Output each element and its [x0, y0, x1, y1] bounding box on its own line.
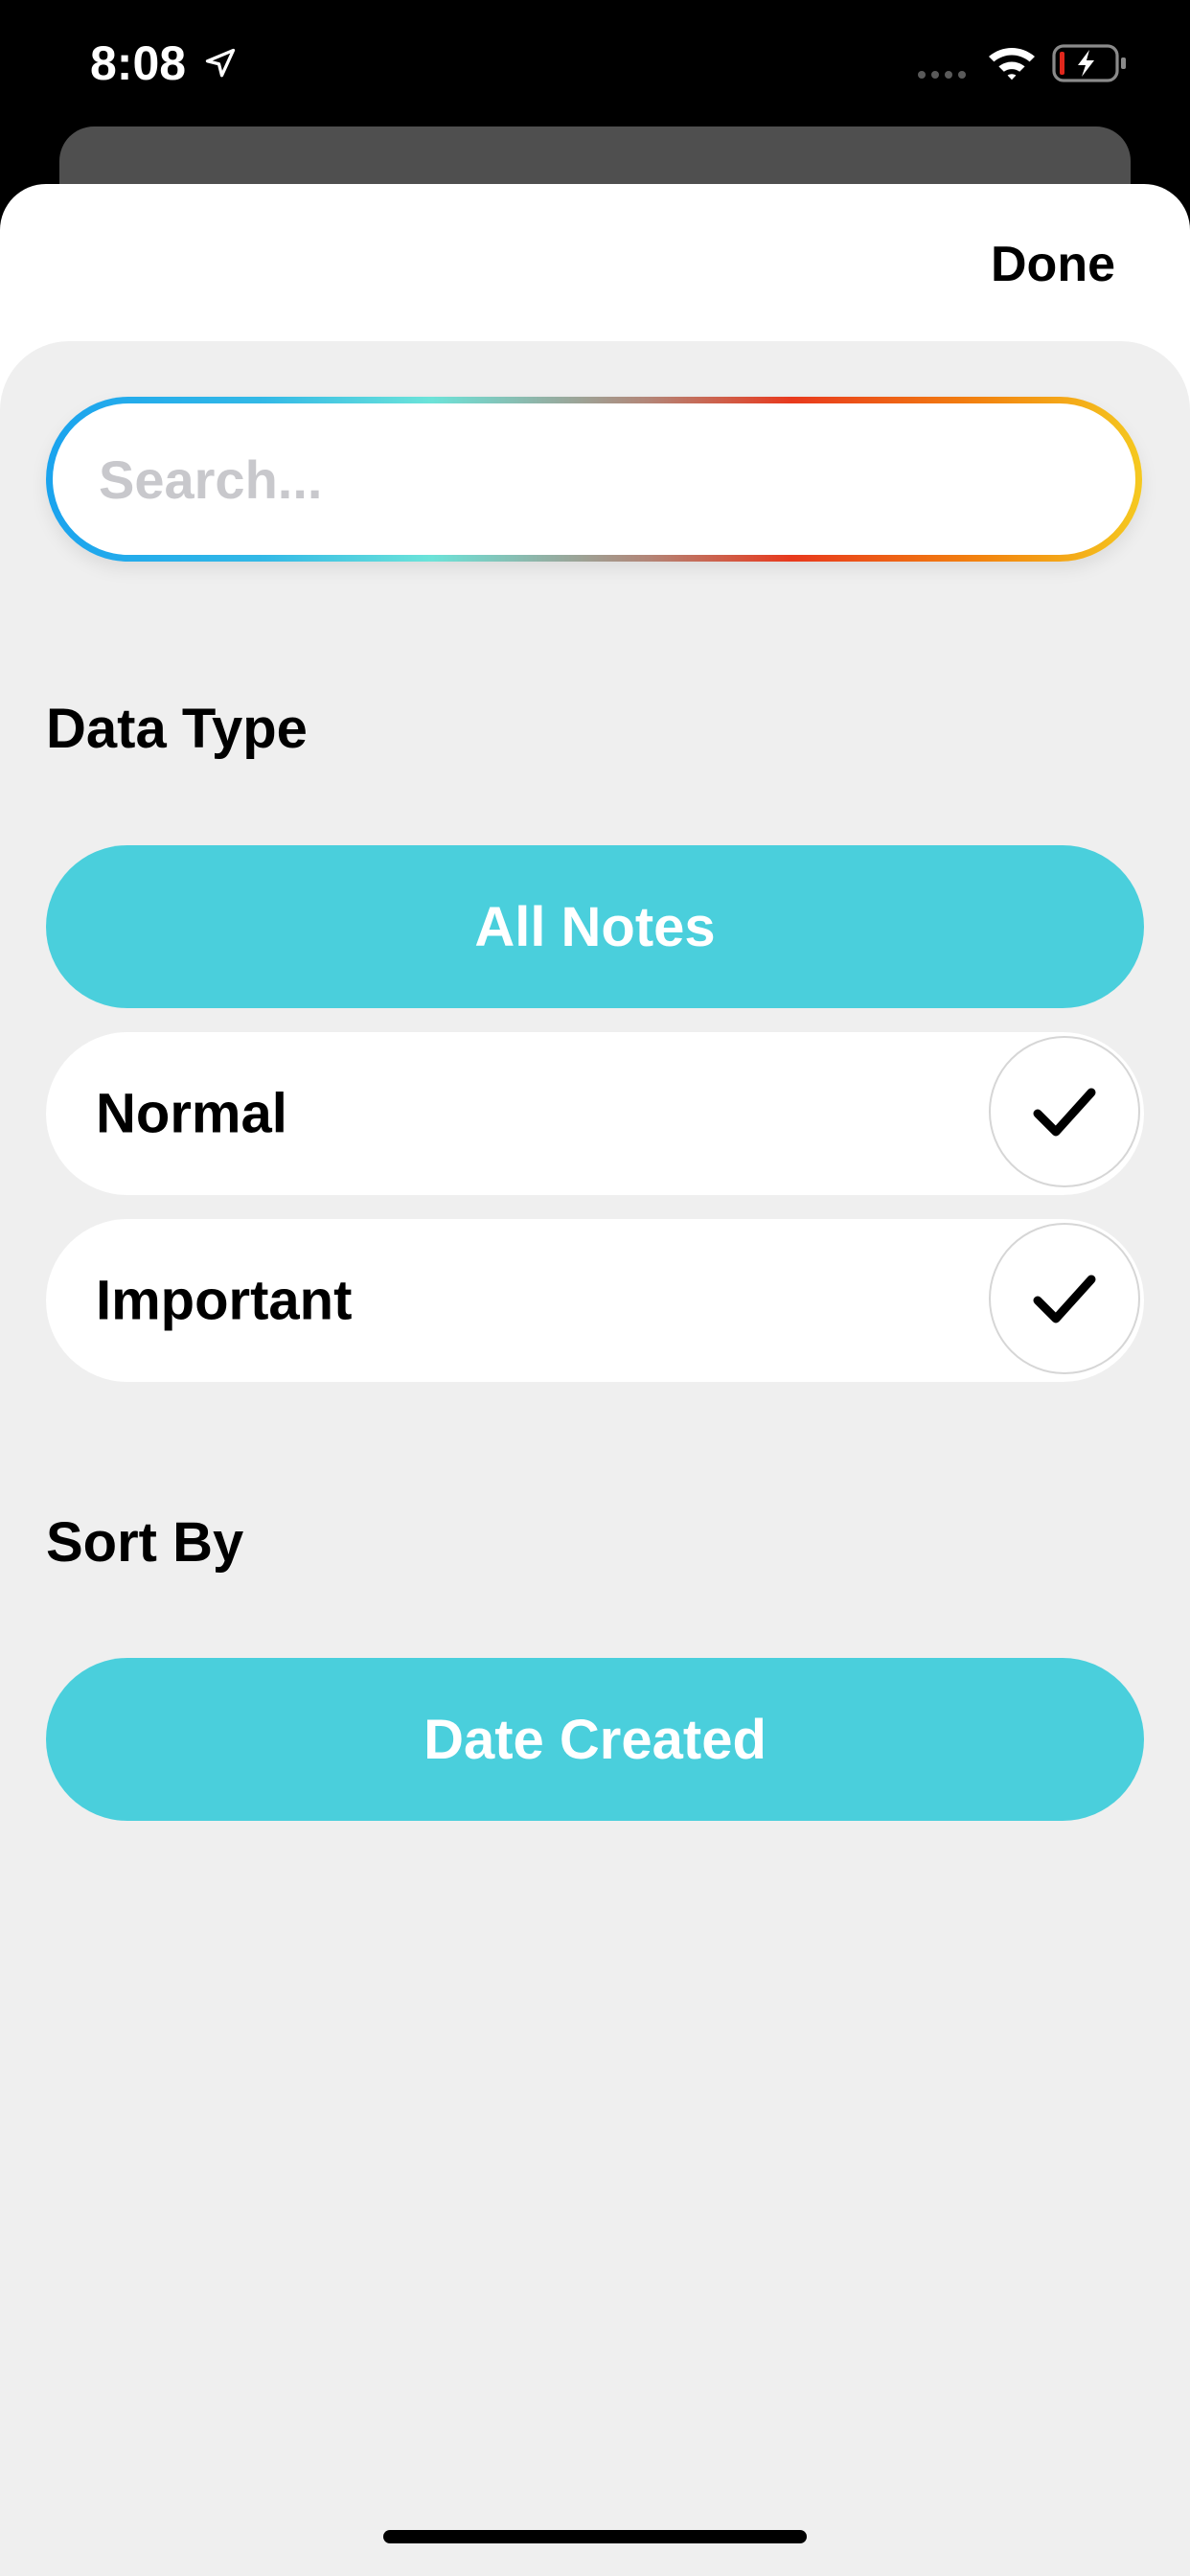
status-bar: 8:08 [0, 0, 1190, 126]
checkmark-icon [1033, 1275, 1096, 1323]
option-normal-label: Normal [96, 1082, 287, 1145]
home-indicator [383, 2530, 807, 2543]
search-field-border [46, 397, 1142, 562]
all-notes-button[interactable]: All Notes [46, 845, 1144, 1008]
option-normal[interactable]: Normal [46, 1032, 1144, 1195]
filter-sheet: Done Data Type All Notes Normal Importan… [0, 184, 1190, 2576]
checkmark-icon [1033, 1088, 1096, 1137]
date-created-button[interactable]: Date Created [46, 1658, 1144, 1821]
sheet-body: Data Type All Notes Normal Important Sor… [0, 341, 1190, 2576]
option-important[interactable]: Important [46, 1219, 1144, 1382]
all-notes-label: All Notes [474, 895, 716, 958]
date-created-label: Date Created [423, 1708, 767, 1771]
location-arrow-icon [205, 48, 236, 78]
sort-by-title: Sort By [46, 1511, 244, 1574]
cellular-signal-icon [918, 71, 966, 79]
done-button[interactable]: Done [991, 234, 1115, 295]
important-checkbox[interactable] [989, 1223, 1140, 1374]
battery-charging-icon [1052, 44, 1126, 82]
data-type-title: Data Type [46, 698, 308, 760]
option-important-label: Important [96, 1269, 353, 1332]
search-input[interactable] [53, 403, 1135, 555]
wifi-icon [989, 48, 1035, 80]
normal-checkbox[interactable] [989, 1036, 1140, 1187]
status-time: 8:08 [90, 36, 187, 90]
